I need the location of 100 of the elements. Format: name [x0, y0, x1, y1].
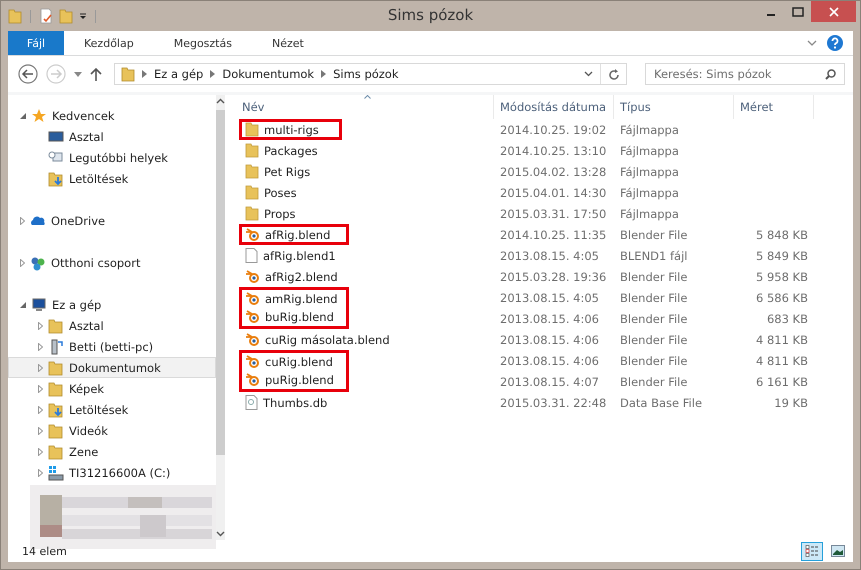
- back-icon[interactable]: [18, 64, 38, 84]
- date-cell-text: 2015.04.02. 13:28: [499, 164, 608, 178]
- homegroup-icon: [30, 254, 46, 270]
- expand-icon[interactable]: [38, 364, 43, 372]
- folder-icon: [121, 66, 135, 82]
- date-cell-text: 2015.04.01. 14:30: [499, 186, 608, 200]
- file-name[interactable]: Thumbs.db: [263, 396, 328, 410]
- sidebar-item[interactable]: TI31216600A (C:): [8, 462, 216, 483]
- size-cell: 4 811 KB: [756, 332, 808, 346]
- refresh-icon[interactable]: [608, 68, 620, 80]
- collapse-icon[interactable]: [20, 112, 26, 118]
- blender-file-icon: [245, 332, 260, 346]
- sidebar-item[interactable]: Videók: [8, 420, 216, 441]
- type-cell-text: Fájlmappa: [619, 186, 680, 200]
- file-name[interactable]: afRig.blend1: [263, 248, 336, 262]
- sidebar-item[interactable]: Letöltések: [8, 399, 216, 420]
- breadcrumb[interactable]: Sims pózok: [333, 67, 399, 81]
- type-cell-text: Blender File: [619, 270, 688, 284]
- file-icon: [245, 248, 258, 263]
- drive-icon: [48, 464, 64, 480]
- customize-icon[interactable]: [79, 12, 87, 20]
- column-header[interactable]: Módosítás dátuma: [494, 95, 614, 119]
- expand-icon[interactable]: [20, 258, 25, 266]
- blender-file-icon: [245, 310, 260, 324]
- star-icon: [31, 108, 47, 124]
- size-cell: 6 161 KB: [756, 374, 808, 388]
- sidebar-item[interactable]: OneDrive: [8, 210, 216, 231]
- file-name[interactable]: afRig2.blend: [265, 270, 338, 284]
- file-name[interactable]: cuRig másolata.blend: [265, 332, 390, 346]
- folder-icon: [48, 318, 64, 334]
- expand-icon[interactable]: [38, 384, 43, 392]
- expand-icon[interactable]: [20, 216, 25, 224]
- date-cell-text: 2013.08.15. 4:07: [499, 374, 600, 388]
- breadcrumb[interactable]: Ez a gép: [154, 67, 204, 81]
- date-cell-text: 2015.03.31. 22:48: [499, 396, 608, 410]
- type-cell-text: Blender File: [619, 354, 688, 368]
- folder-icon: [245, 122, 259, 137]
- sidebar-item[interactable]: Otthoni csoport: [8, 252, 216, 273]
- column-header[interactable]: Név: [240, 95, 494, 119]
- folder-icon: [245, 206, 259, 221]
- close-button[interactable]: [811, 1, 856, 22]
- type-cell-text: Blender File: [619, 374, 688, 388]
- chevron-icon[interactable]: [321, 70, 326, 78]
- sort-ascending-icon: [364, 95, 371, 99]
- date-cell-text: 2013.08.15. 4:06: [499, 312, 600, 326]
- file-name[interactable]: Props: [264, 206, 296, 220]
- folder-icon: [48, 444, 64, 460]
- date-cell-text: 2014.10.25. 19:02: [499, 122, 608, 136]
- chevron-icon[interactable]: [210, 70, 216, 78]
- up-icon[interactable]: [90, 67, 102, 81]
- date-cell-text: 2013.08.15. 4:06: [499, 354, 600, 368]
- type-cell-text: Fájlmappa: [619, 164, 680, 178]
- dropdown-icon[interactable]: [584, 71, 593, 77]
- file-name[interactable]: Poses: [264, 186, 297, 200]
- thumbnail-view-icon: [831, 545, 845, 557]
- expand-icon[interactable]: [38, 322, 43, 330]
- expand-icon[interactable]: [38, 406, 43, 414]
- chevron-icon[interactable]: [142, 70, 147, 78]
- size-cell: 19 KB: [774, 396, 808, 410]
- file-name[interactable]: Pet Rigs: [264, 164, 310, 178]
- scrollbar[interactable]: [216, 95, 225, 540]
- sidebar-item[interactable]: Legutóbbi helyek: [8, 147, 216, 168]
- sidebar-item[interactable]: Betti (betti-pc): [8, 336, 216, 357]
- scroll-down-icon[interactable]: [216, 531, 225, 537]
- sidebar-item[interactable]: Dokumentumok: [8, 357, 216, 378]
- address-bar[interactable]: Ez a gép Dokumentumok Sims pózok: [114, 63, 627, 85]
- sidebar-item[interactable]: Letöltések: [8, 168, 216, 189]
- details-view-button[interactable]: [801, 542, 823, 560]
- size-cell: 5 958 KB: [756, 270, 808, 284]
- help-icon[interactable]: [827, 35, 843, 51]
- scroll-up-icon[interactable]: [216, 98, 225, 104]
- column-header[interactable]: Méret: [734, 95, 814, 119]
- sidebar-item[interactable]: Asztal: [8, 315, 216, 336]
- recent-dropdown-icon[interactable]: [74, 72, 82, 76]
- column-header[interactable]: Típus: [614, 95, 734, 119]
- file-name[interactable]: Packages: [264, 144, 318, 158]
- collapse-icon[interactable]: [20, 302, 26, 308]
- sidebar-item[interactable]: Képek: [8, 378, 216, 399]
- date-cell-text: 2013.08.15. 4:05: [499, 248, 600, 262]
- sidebar-item[interactable]: Asztal: [8, 126, 216, 147]
- sidebar-item[interactable]: Ez a gép: [8, 294, 216, 315]
- search-field[interactable]: Keresés: Sims pózok: [645, 63, 845, 85]
- type-cell-text: Blender File: [619, 332, 688, 346]
- expand-icon[interactable]: [38, 468, 43, 476]
- expand-icon[interactable]: [38, 448, 43, 456]
- date-cell-text: 2015.03.28. 19:36: [499, 270, 608, 284]
- sidebar-item[interactable]: Kedvencek: [8, 105, 216, 126]
- breadcrumb[interactable]: Dokumentumok: [222, 67, 314, 81]
- maximize-icon: [792, 6, 804, 16]
- expand-ribbon-icon[interactable]: [807, 40, 817, 46]
- folder-icon: [245, 185, 259, 200]
- sidebar-item[interactable]: Zene: [8, 441, 216, 462]
- properties-icon[interactable]: [39, 8, 53, 24]
- downloads-icon: [48, 402, 64, 418]
- downloads-icon: [48, 170, 64, 186]
- expand-icon[interactable]: [38, 342, 43, 350]
- type-cell-text: Blender File: [619, 290, 688, 304]
- folder-icon: [48, 422, 64, 438]
- computer-icon: [31, 296, 47, 312]
- expand-icon[interactable]: [38, 426, 43, 434]
